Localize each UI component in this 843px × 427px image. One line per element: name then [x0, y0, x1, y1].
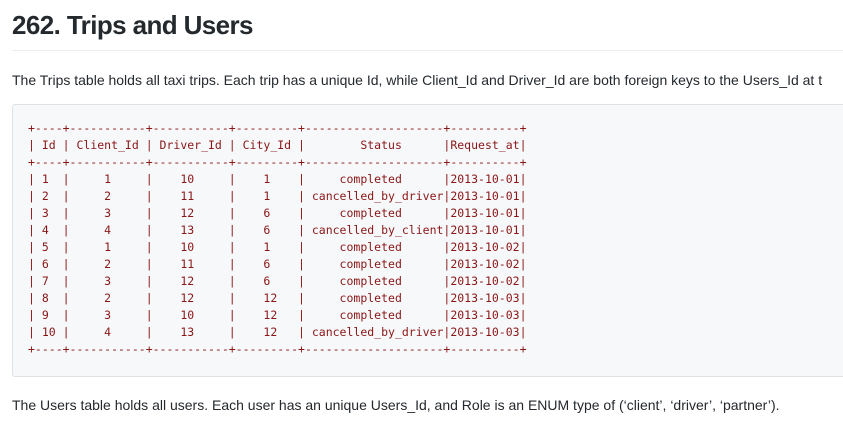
table-border-top: +----+-----------+-----------+---------+…	[28, 121, 527, 135]
page-title: 262. Trips and Users	[12, 10, 254, 40]
table-row: | 3 | 3 | 12 | 6 | completed |2013-10-01…	[28, 206, 527, 220]
table-header-row: | Id | Client_Id | Driver_Id | City_Id |…	[28, 138, 527, 152]
table-row: | 6 | 2 | 11 | 6 | completed |2013-10-02…	[28, 257, 527, 271]
table-header-separator: +----+-----------+-----------+---------+…	[28, 155, 527, 169]
table-row: | 9 | 3 | 10 | 12 | completed |2013-10-0…	[28, 308, 527, 322]
users-description: The Users table holds all users. Each us…	[12, 397, 780, 413]
table-row: | 8 | 2 | 12 | 12 | completed |2013-10-0…	[28, 291, 527, 305]
title-divider	[12, 50, 843, 51]
table-row: | 10 | 4 | 13 | 12 | cancelled_by_driver…	[28, 325, 527, 339]
table-row: | 1 | 1 | 10 | 1 | completed |2013-10-01…	[28, 172, 527, 186]
table-border-bottom: +----+-----------+-----------+---------+…	[28, 342, 527, 356]
table-row: | 4 | 4 | 13 | 6 | cancelled_by_client|2…	[28, 223, 527, 237]
trips-description: The Trips table holds all taxi trips. Ea…	[12, 72, 823, 88]
table-row: | 2 | 2 | 11 | 1 | cancelled_by_driver|2…	[28, 189, 527, 203]
trips-table-code-block: +----+-----------+-----------+---------+…	[12, 104, 843, 377]
trips-table-text: +----+-----------+-----------+---------+…	[28, 120, 527, 358]
table-row: | 7 | 3 | 12 | 6 | completed |2013-10-02…	[28, 274, 527, 288]
table-row: | 5 | 1 | 10 | 1 | completed |2013-10-02…	[28, 240, 527, 254]
